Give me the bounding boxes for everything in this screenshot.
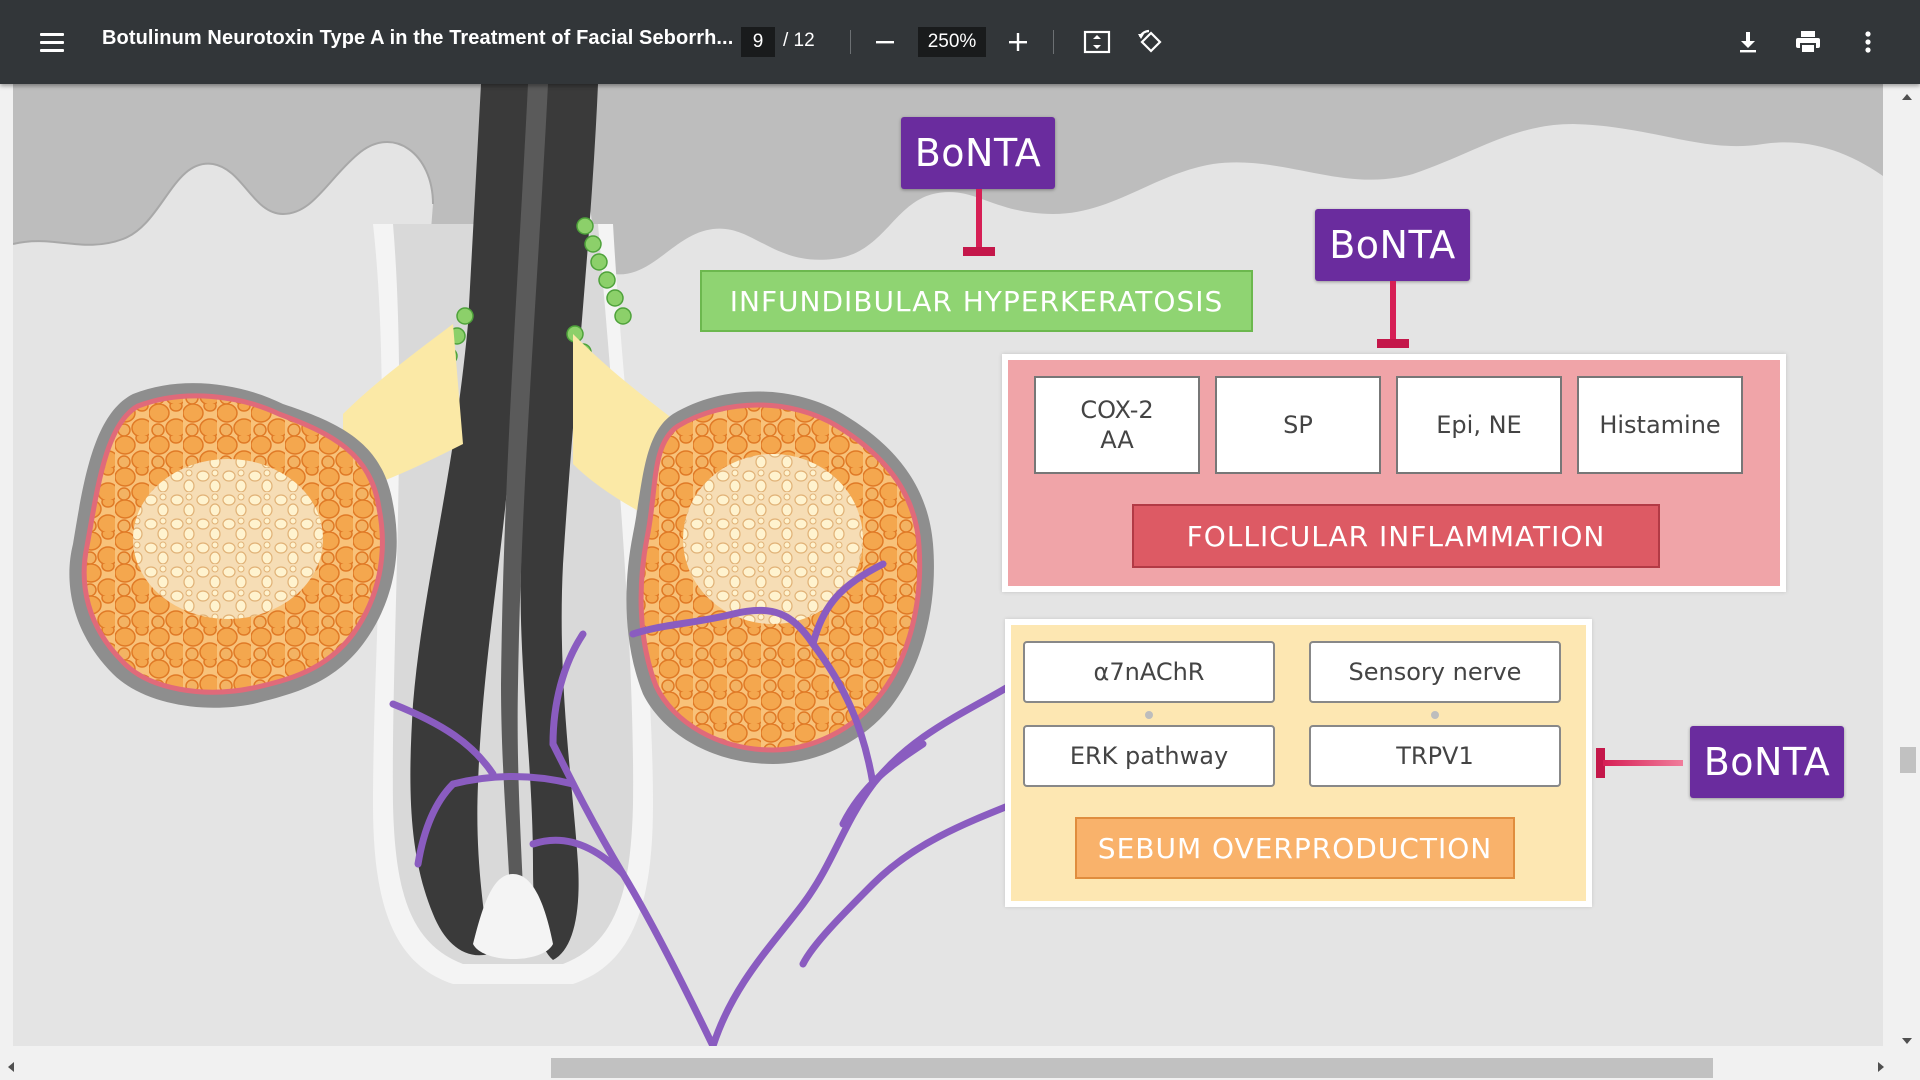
inhibition-arrow-bar: [1377, 339, 1409, 348]
factor-a7nachr: α7nAChR: [1023, 641, 1275, 703]
zoom-level-input[interactable]: [918, 27, 986, 57]
scroll-up-icon[interactable]: [1902, 94, 1912, 100]
bonta-label-right: BoNTA: [1690, 726, 1844, 798]
pdf-viewer[interactable]: BoNTA INFUNDIBULAR HYPERKERATOSIS BoNTA …: [0, 84, 1920, 1080]
page-number-input[interactable]: [741, 27, 775, 57]
factor-sensory-nerve: Sensory nerve: [1309, 641, 1561, 703]
mediator-epi-ne: Epi, NE: [1396, 376, 1562, 474]
scroll-right-icon[interactable]: [1878, 1062, 1884, 1072]
print-icon[interactable]: [1788, 22, 1828, 62]
pdf-toolbar: Botulinum Neurotoxin Type A in the Treat…: [0, 0, 1920, 84]
inhibition-arrow: [976, 189, 982, 249]
inhibition-arrow: [1603, 760, 1683, 766]
connector-dot: [1431, 711, 1439, 719]
factor-trpv1: TRPV1: [1309, 725, 1561, 787]
scroll-left-icon[interactable]: [8, 1062, 14, 1072]
vertical-scroll-thumb[interactable]: [1900, 747, 1916, 773]
factor-erk-pathway: ERK pathway: [1023, 725, 1275, 787]
mediator-histamine: Histamine: [1577, 376, 1743, 474]
scroll-down-icon[interactable]: [1902, 1038, 1912, 1044]
bonta-label-top: BoNTA: [901, 117, 1055, 189]
page-total: / 12: [783, 30, 815, 51]
inhibition-arrow-bar: [963, 247, 995, 256]
pdf-page: BoNTA INFUNDIBULAR HYPERKERATOSIS BoNTA …: [13, 84, 1883, 1046]
zoom-out-icon[interactable]: [865, 22, 905, 62]
toolbar-divider: [1053, 30, 1054, 54]
document-title: Botulinum Neurotoxin Type A in the Treat…: [102, 27, 734, 49]
mediator-cox2-aa: COX-2 AA: [1034, 376, 1200, 474]
vertical-scrollbar[interactable]: [1895, 84, 1920, 1050]
download-icon[interactable]: [1728, 22, 1768, 62]
horizontal-scrollbar[interactable]: [0, 1055, 1895, 1080]
zoom-in-icon[interactable]: [998, 22, 1038, 62]
fit-page-icon[interactable]: [1077, 22, 1117, 62]
connector-dot: [1145, 711, 1153, 719]
more-vert-icon[interactable]: [1848, 22, 1888, 62]
menu-icon[interactable]: [32, 22, 72, 62]
bonta-label-middle: BoNTA: [1315, 209, 1470, 281]
mediator-sp: SP: [1215, 376, 1381, 474]
infundibular-hyperkeratosis-label: INFUNDIBULAR HYPERKERATOSIS: [700, 270, 1253, 332]
follicular-inflammation-panel: COX-2 AA SP Epi, NE Histamine FOLLICULAR…: [1002, 354, 1786, 592]
follicular-inflammation-label: FOLLICULAR INFLAMMATION: [1132, 504, 1660, 568]
sebum-overproduction-label: SEBUM OVERPRODUCTION: [1075, 817, 1515, 879]
horizontal-scroll-thumb[interactable]: [551, 1058, 1713, 1078]
sebum-overproduction-panel: α7nAChR Sensory nerve ERK pathway TRPV1 …: [1005, 619, 1592, 907]
rotate-icon[interactable]: [1131, 22, 1171, 62]
inhibition-arrow: [1390, 281, 1396, 341]
toolbar-divider: [850, 30, 851, 54]
